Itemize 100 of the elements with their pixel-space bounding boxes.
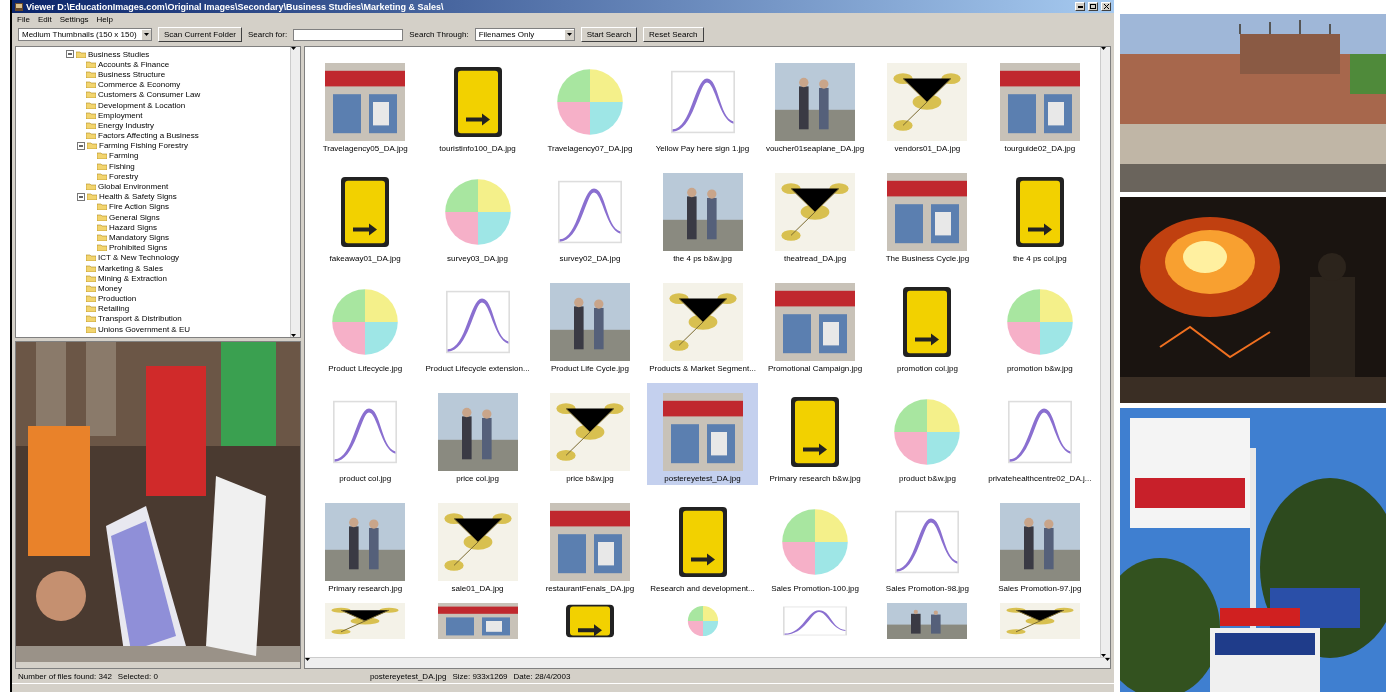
folder-label[interactable]: Unions Government & EU [98, 324, 191, 334]
thumbnail-tile[interactable]: Research and development... [647, 493, 758, 595]
folder-label[interactable]: ICT & New Technology [98, 253, 180, 263]
window-title: Viewer D:\EducationImages.com\Original Images\Secondary\Business Studies\Marketing & Sales\ [26, 1, 445, 12]
file-name: product col.jpg [339, 474, 392, 483]
folder-label[interactable]: Development & Location [98, 100, 186, 110]
thumbnail-tile[interactable]: sale01_DA.jpg [422, 493, 533, 595]
folder-label[interactable]: Farming Fishing Forestry [99, 141, 188, 151]
thumbnail-tile[interactable]: fakeaway01_DA.jpg [310, 163, 421, 265]
folder-label[interactable]: Factors Affecting a Business [98, 131, 199, 141]
reset-search-button[interactable]: Reset Search [643, 27, 704, 42]
start-search-button[interactable]: Start Search [580, 27, 638, 42]
file-name: Research and development... [650, 584, 755, 593]
thumbnail-tile[interactable]: Yellow Pay here sign 1.jpg [647, 53, 758, 155]
thumbnail-tile[interactable]: restaurantFenals_DA.jpg [534, 493, 646, 595]
thumbnail-tile[interactable]: the 4 ps b&w.jpg [647, 163, 758, 265]
file-name: The Business Cycle.jpg [885, 254, 970, 263]
thumbnail-tile[interactable]: promotion b&w.jpg [984, 273, 1095, 375]
folder-label[interactable]: Hazard Signs [109, 222, 158, 232]
menu-item[interactable]: File [17, 14, 30, 24]
thumbnail-tile[interactable]: survey02_DA.jpg [534, 163, 646, 265]
folder-label[interactable]: Mining & Extraction [98, 273, 167, 283]
thumbnail-tile[interactable]: theatread_DA.jpg [759, 163, 871, 265]
thumbnail-tile[interactable]: promotion col.jpg [872, 273, 983, 375]
menu-item[interactable]: Help [96, 14, 114, 24]
thumbnail-tile[interactable]: Primary research b&w.jpg [759, 383, 871, 485]
folder-label[interactable]: Fire Action Signs [109, 202, 170, 212]
thumbnail-tile[interactable]: Primary research.jpg [310, 493, 421, 595]
file-name: privatehealthcentre02_DA.j... [988, 474, 1092, 483]
thumbnail-tile[interactable]: Sales Promotion-100.jpg [759, 493, 871, 595]
file-name: theatread_DA.jpg [783, 254, 847, 263]
thumbnail-tile[interactable]: Travelagency07_DA.jpg [534, 53, 646, 155]
file-name: the 4 ps b&w.jpg [673, 254, 732, 263]
thumbnail-tile[interactable]: Product Lifecycle extension... [422, 273, 533, 375]
thumbnail-tile[interactable]: product col.jpg [310, 383, 421, 485]
folder-label[interactable]: Fishing [109, 161, 135, 171]
thumbnail-tile[interactable]: voucher01seaplane_DA.jpg [759, 53, 871, 155]
file-name: postereyetest_DA.jpg [664, 474, 741, 483]
folder-label[interactable]: Transport & Distribution [98, 314, 182, 324]
file-name: Travelagency05_DA.jpg [322, 144, 408, 153]
menu-item[interactable]: Edit [37, 14, 52, 24]
file-name: Sales Promotion-100.jpg [771, 584, 859, 593]
thumbnail-tile[interactable]: tourguide02_DA.jpg [984, 53, 1095, 155]
search-through-label: Search Through: [409, 30, 469, 39]
folder-label[interactable]: Global Environment [98, 182, 169, 192]
file-name: survey03_DA.jpg [447, 254, 508, 263]
view-dropdown[interactable]: Medium Thumbnails (150 x 150) [18, 28, 152, 41]
search-through-dropdown[interactable]: Filenames Only [474, 28, 575, 41]
folder-label[interactable]: Business Studies [88, 49, 150, 59]
thumbnail-tile[interactable]: The Business Cycle.jpg [872, 163, 983, 265]
thumbnail-tile[interactable]: Sales Promotion-97.jpg [984, 493, 1095, 595]
thumbnail-tile[interactable]: Products & Market Segment... [647, 273, 758, 375]
folder-label[interactable]: Business Structure [98, 69, 166, 79]
folder-label[interactable]: Commerce & Economy [98, 80, 181, 90]
file-name: promotion col.jpg [896, 364, 958, 373]
thumbnail-tile[interactable]: privatehealthcentre02_DA.j... [984, 383, 1095, 485]
file-name: sale01_DA.jpg [451, 584, 504, 593]
thumbnail-tile[interactable]: Product Lifecycle.jpg [310, 273, 421, 375]
thumbnail-tile[interactable]: price col.jpg [422, 383, 533, 485]
scan-folder-button[interactable]: Scan Current Folder [158, 27, 243, 42]
thumbnail-tile[interactable]: survey03_DA.jpg [422, 163, 533, 265]
file-name: Product Lifecycle extension... [425, 364, 530, 373]
folder-label[interactable]: Marketing & Sales [98, 263, 163, 273]
folder-label[interactable]: Employment [98, 110, 143, 120]
file-name: fakeaway01_DA.jpg [329, 254, 401, 263]
image-size: Size: 933x1269 [452, 671, 508, 681]
file-name: Products & Market Segment... [649, 364, 756, 373]
folder-label[interactable]: Production [98, 294, 137, 304]
file-name: Primary research b&w.jpg [769, 474, 861, 483]
file-name: Yellow Pay here sign 1.jpg [655, 144, 750, 153]
folder-label[interactable]: Retailing [98, 304, 130, 314]
thumbnail-tile[interactable]: Product Life Cycle.jpg [534, 273, 646, 375]
file-name: price col.jpg [456, 474, 499, 483]
folder-label[interactable]: Customers & Consumer Law [98, 90, 201, 100]
folder-label[interactable]: Accounts & Finance [98, 59, 170, 69]
folder-label[interactable]: Health & Safety Signs [99, 192, 177, 202]
file-name: restaurantFenals_DA.jpg [545, 584, 635, 593]
menu-item[interactable]: Settings [59, 14, 89, 24]
thumbnail-tile[interactable]: Promotional Campaign.jpg [759, 273, 871, 375]
file-name: price b&w.jpg [566, 474, 614, 483]
thumbnail-tile[interactable]: vendors01_DA.jpg [872, 53, 983, 155]
folder-label[interactable]: General Signs [109, 212, 160, 222]
thumbnail-tile[interactable]: price b&w.jpg [534, 383, 646, 485]
folder-label[interactable]: Mandatory Signs [109, 232, 170, 242]
file-name: Sales Promotion-98.jpg [885, 584, 969, 593]
thumbnail-tile[interactable]: product b&w.jpg [872, 383, 983, 485]
file-count: Number of files found: 342 [18, 671, 112, 681]
thumbnail-tile[interactable]: the 4 ps col.jpg [984, 163, 1095, 265]
thumbnail-tile[interactable]: Sales Promotion-98.jpg [872, 493, 983, 595]
thumbnail-tile[interactable]: postereyetest_DA.jpg [647, 383, 758, 485]
folder-label[interactable]: Forestry [109, 171, 139, 181]
thumbnail-tile[interactable]: Travelagency05_DA.jpg [310, 53, 421, 155]
thumbnail-tile[interactable]: touristinfo100_DA.jpg [422, 53, 533, 155]
folder-label[interactable]: Farming [109, 151, 139, 161]
folder-label[interactable]: Money [98, 283, 122, 293]
file-name: vendors01_DA.jpg [894, 144, 961, 153]
file-name: Sales Promotion-97.jpg [998, 584, 1082, 593]
file-name: Travelagency07_DA.jpg [547, 144, 633, 153]
folder-label[interactable]: Energy Industry [98, 120, 155, 130]
folder-label[interactable]: Prohibited Signs [109, 243, 168, 253]
